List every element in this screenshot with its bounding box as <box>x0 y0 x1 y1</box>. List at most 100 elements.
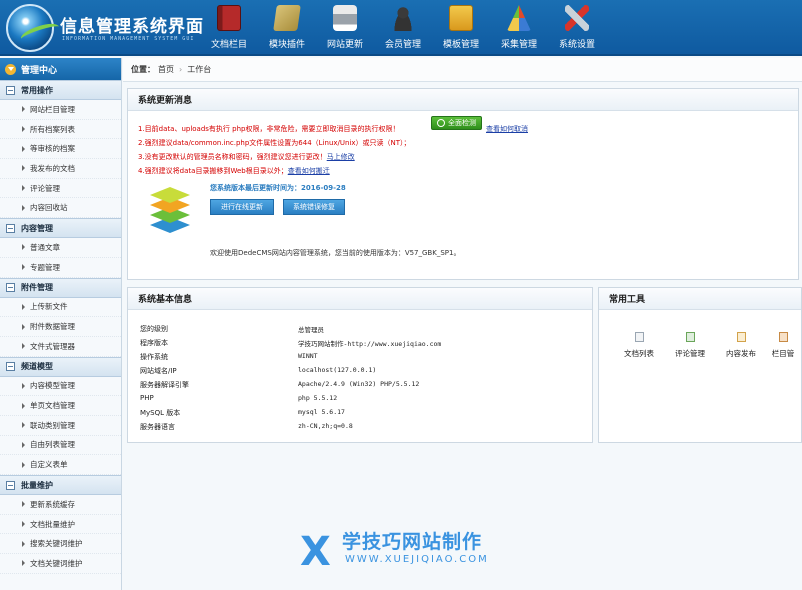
repair-button[interactable]: 系统错误修复 <box>283 199 345 215</box>
sidebar-group-content[interactable]: 内容管理 <box>0 218 121 239</box>
sidebar-item-label: 自定义表单 <box>30 460 68 470</box>
sidebar-group-attachments[interactable]: 附件管理 <box>0 277 121 298</box>
tool-comments[interactable]: 评论管理 <box>666 332 714 359</box>
info-value: WINNT <box>298 352 318 360</box>
watermark-text: 学技巧网站制作 <box>342 531 483 553</box>
nav-update[interactable]: 网站更新 <box>316 0 374 56</box>
change-now-link[interactable]: 马上修改 <box>327 153 355 161</box>
system-update-panel: 系统更新消息 1.目前data、uploads有执行 php权限，非常危险，需要… <box>127 88 799 280</box>
collect-icon <box>507 5 531 31</box>
sidebar-item-label: 自由列表管理 <box>30 440 75 450</box>
columns-icon <box>778 332 788 342</box>
sidebar-item[interactable]: 更新系统缓存 <box>0 495 121 515</box>
sidebar-item[interactable]: 搜索关键词维护 <box>0 534 121 555</box>
arrow-right-icon <box>22 422 25 429</box>
info-row: 服务器语言 zh-CN,zh;q=0.8 <box>140 422 580 436</box>
system-info-panel: 系统基本信息 您的级别 总管理员 程序版本 学技巧网站制作-http://www.x… <box>127 287 593 443</box>
sidebar-item-label: 网站栏目管理 <box>30 104 75 114</box>
nav-plugins[interactable]: 模块插件 <box>258 0 316 56</box>
sidebar-item[interactable]: 专题管理 <box>0 258 121 278</box>
panel-title: 系统更新消息 <box>128 89 798 111</box>
nav-members[interactable]: 会员管理 <box>374 0 432 56</box>
sidebar-item[interactable]: 自由列表管理 <box>0 436 121 456</box>
sidebar-group-batch[interactable]: 批量维护 <box>0 475 121 495</box>
info-row: 您的级别 总管理员 <box>140 324 580 338</box>
sidebar-group-channel[interactable]: 频道模型 <box>0 356 121 377</box>
sidebar-item[interactable]: 自定义表单 <box>0 455 121 475</box>
info-key: 网站域名/IP <box>140 367 177 375</box>
nav-collect[interactable]: 采集管理 <box>490 0 548 56</box>
arrow-right-icon <box>22 501 25 508</box>
tool-columns[interactable]: 栏目管 <box>763 332 802 359</box>
sidebar-item-label: 文档关键词维护 <box>30 558 83 568</box>
arrow-right-icon <box>22 126 25 133</box>
button-label: 全面检测 <box>448 119 476 127</box>
sidebar-item-label: 上传新文件 <box>30 302 68 312</box>
sidebar-center-header[interactable]: 管理中心 <box>0 58 121 80</box>
arrow-right-icon <box>22 204 25 211</box>
online-update-button[interactable]: 进行在线更新 <box>210 199 274 215</box>
info-key: MySQL 版本 <box>140 409 181 417</box>
sidebar-item-label: 内容模型管理 <box>30 381 75 391</box>
search-icon <box>437 119 445 127</box>
sidebar-item[interactable]: 文档关键词维护 <box>0 554 121 574</box>
sidebar-item[interactable]: 内容模型管理 <box>0 377 121 397</box>
sidebar-item[interactable]: 评论管理 <box>0 179 121 199</box>
welcome-text: 欢迎使用DedeCMS网站内容管理系统，您当前的使用版本为：V57_GBK_SP… <box>210 249 461 257</box>
plugin-icon <box>273 5 301 31</box>
nav-settings[interactable]: 系统设置 <box>548 0 606 56</box>
group-title: 附件管理 <box>21 283 53 292</box>
sidebar-item[interactable]: 等审核的档案 <box>0 139 121 160</box>
logo-icon <box>6 4 62 52</box>
sidebar-item[interactable]: 联动类别管理 <box>0 416 121 436</box>
sidebar-item[interactable]: 我发布的文档 <box>0 159 121 179</box>
sidebar-item[interactable]: 上传新文件 <box>0 298 121 318</box>
tool-label: 文档列表 <box>624 349 654 358</box>
info-value: 总管理员 <box>298 326 324 334</box>
doc-list-icon <box>634 332 644 342</box>
info-key: 程序版本 <box>140 339 168 347</box>
sidebar-item[interactable]: 所有档案列表 <box>0 120 121 140</box>
sidebar-item[interactable]: 内容回收站 <box>0 198 121 219</box>
sidebar-item-label: 文档批量维护 <box>30 519 75 529</box>
collapse-icon <box>6 480 15 490</box>
info-value: 学技巧网站制作-http://www.xuejiqiao.com <box>298 340 442 348</box>
chevron-down-icon <box>5 63 16 75</box>
common-tools-panel: 常用工具 文档列表 评论管理 内容发布 栏目管 <box>598 287 802 443</box>
nav-templates[interactable]: 模板管理 <box>432 0 490 56</box>
info-value: zh-CN,zh;q=0.8 <box>298 422 353 430</box>
arrow-right-icon <box>22 303 25 310</box>
tool-publish[interactable]: 内容发布 <box>717 332 765 359</box>
sidebar-item[interactable]: 普通文章 <box>0 238 121 258</box>
comment-icon <box>685 332 695 342</box>
group-title: 批量维护 <box>21 480 53 490</box>
tool-doc-list[interactable]: 文档列表 <box>615 332 663 359</box>
info-row: 程序版本 学技巧网站制作-http://www.xuejiqiao.com <box>140 338 580 352</box>
sidebar-item[interactable]: 单页文档管理 <box>0 396 121 416</box>
info-key: 您的级别 <box>140 325 168 333</box>
system-title: 信息管理系统界面 <box>60 17 204 37</box>
watermark-logo-icon: X <box>300 529 331 575</box>
sidebar-item[interactable]: 附件数据管理 <box>0 317 121 337</box>
watermark-url: WWW.XUEJIQIAO.COM <box>345 554 489 565</box>
breadcrumb-label: 位置： <box>131 65 155 74</box>
how-to-move-link[interactable]: 查看如何搬迁 <box>288 167 330 175</box>
sidebar-item[interactable]: 网站栏目管理 <box>0 100 121 120</box>
full-check-button[interactable]: 全面检测 <box>431 116 482 130</box>
info-row: 服务器解译引擎 Apache/2.4.9 (Win32) PHP/5.5.12 <box>140 380 580 394</box>
user-icon <box>391 5 415 31</box>
breadcrumb-home-link[interactable]: 首页 <box>158 64 174 75</box>
sidebar-item[interactable]: 文档批量维护 <box>0 515 121 535</box>
panel-title: 常用工具 <box>599 288 801 310</box>
arrow-right-icon <box>22 560 25 567</box>
sidebar-group-common[interactable]: 常用操作 <box>0 80 121 100</box>
arrow-right-icon <box>22 323 25 330</box>
sidebar-item-label: 所有档案列表 <box>30 124 75 134</box>
sidebar-item[interactable]: 文件式管理器 <box>0 337 121 357</box>
how-to-cancel-link[interactable]: 查看如何取消 <box>486 124 528 134</box>
sidebar-item-label: 附件数据管理 <box>30 322 75 332</box>
arrow-right-icon <box>22 165 25 172</box>
sidebar-item-label: 文件式管理器 <box>30 341 75 351</box>
collapse-icon <box>6 85 15 95</box>
nav-docs[interactable]: 文档栏目 <box>200 0 258 56</box>
